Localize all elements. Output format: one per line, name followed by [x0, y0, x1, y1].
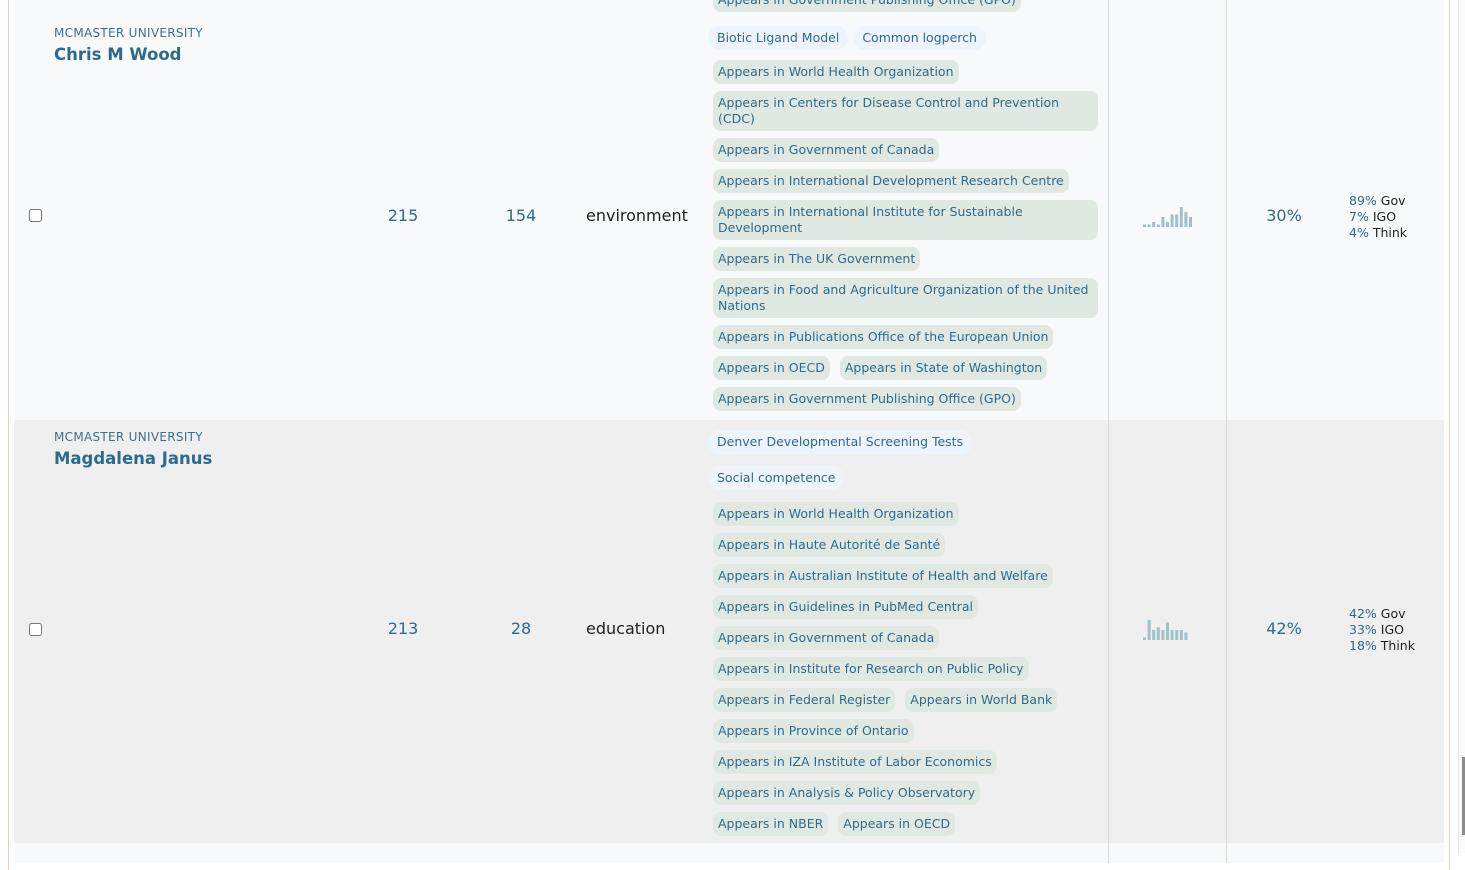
sparkline-bar [1175, 214, 1179, 227]
split-label: Think [1372, 225, 1408, 240]
topic-tag[interactable]: Common logperch [853, 26, 986, 50]
table-row-partial-bottom [14, 843, 1444, 863]
split-pct: 7% [1349, 209, 1369, 224]
tag-list: Biotic Ligand Model Common logperch Appe… [708, 26, 1104, 411]
appearance-tag[interactable]: Appears in Publications Office of the Eu… [713, 325, 1054, 349]
sparkline-bar [1143, 224, 1146, 227]
topic-tag[interactable]: Denver Developmental Screening Tests [708, 430, 973, 454]
sparkline-bar [1147, 620, 1151, 640]
appearance-tag[interactable]: Appears in World Health Organization [713, 60, 959, 84]
split-pct: 4% [1349, 225, 1369, 240]
sparkline-bar [1156, 627, 1160, 640]
appearance-tag[interactable]: Appears in International Institute for S… [713, 200, 1098, 240]
sparkline-bar [1179, 207, 1183, 227]
appearance-tag[interactable]: Appears in World Health Organization [713, 502, 959, 526]
count-secondary[interactable]: 28 [486, 619, 556, 638]
sparkline-bar [1170, 214, 1174, 227]
tag-list: Denver Developmental Screening Tests Soc… [708, 430, 1104, 836]
sparkline-bar [1170, 630, 1174, 640]
count-primary[interactable]: 213 [368, 619, 438, 638]
percent-value: 30% [1266, 206, 1302, 225]
appearance-tag[interactable]: Appears in Australian Institute of Healt… [713, 564, 1053, 588]
sparkline-bar [1166, 622, 1169, 640]
sparkline-bar [1161, 217, 1165, 227]
sparkline-bar [1152, 630, 1156, 640]
split-label: IGO [1380, 622, 1404, 637]
appearance-tag[interactable]: Appears in Government Publishing Office … [713, 387, 1021, 411]
topic-tag[interactable]: Biotic Ligand Model [708, 26, 849, 50]
appearance-tag[interactable]: Appears in OECD [713, 356, 830, 380]
split-pct: 42% [1349, 606, 1377, 621]
appearance-tag[interactable]: Appears in Institute for Research on Pub… [713, 657, 1029, 681]
researcher-name-link[interactable]: Chris M Wood [54, 45, 181, 64]
column-divider [1226, 16, 1227, 420]
sparkline-bar [1166, 222, 1169, 227]
appearance-tag[interactable]: Appears in The UK Government [713, 247, 921, 271]
split-pct: 18% [1349, 638, 1377, 653]
appearance-tag[interactable]: Appears in Analysis & Policy Observatory [713, 781, 981, 805]
appearance-tag[interactable]: Appears in OECD [838, 812, 956, 836]
sparkline-bar [1152, 222, 1156, 227]
appearance-tag[interactable]: Appears in Government Publishing Office … [713, 0, 1021, 12]
split-label: Think [1380, 638, 1415, 653]
sparkline-bar [1143, 637, 1146, 640]
researcher-name-link[interactable]: Magdalena Janus [54, 449, 212, 468]
appearance-tag[interactable]: Appears in Government of Canada [713, 626, 940, 650]
topic-tag[interactable]: Social competence [708, 466, 845, 490]
appearance-tag[interactable]: Appears in Guidelines in PubMed Central [713, 595, 978, 619]
sparkline-bar [1156, 224, 1160, 227]
split-label: Gov [1380, 606, 1406, 621]
field-label: education [586, 619, 666, 638]
appearance-tag[interactable]: Appears in Food and Agriculture Organiza… [713, 278, 1098, 318]
column-divider [1226, 843, 1227, 863]
sparkline-bar [1184, 632, 1188, 640]
table-row: MCMASTER UNIVERSITY Magdalena Janus 213 … [14, 420, 1444, 843]
source-split: 42% Gov 33% IGO 18% Think [1349, 606, 1415, 654]
table-row-partial-top: Appears in Government Publishing Office … [14, 0, 1444, 16]
percent-value: 42% [1266, 619, 1302, 638]
column-divider [1226, 0, 1227, 16]
split-pct: 89% [1349, 193, 1377, 208]
split-label: IGO [1372, 209, 1397, 224]
university-label: MCMASTER UNIVERSITY [54, 26, 203, 40]
column-divider [1108, 16, 1109, 420]
sparkline-bar [1147, 224, 1151, 227]
column-divider [1108, 420, 1109, 843]
appearance-tag[interactable]: Appears in World Bank [905, 688, 1058, 712]
appearance-tag[interactable]: Appears in IZA Institute of Labor Econom… [713, 750, 997, 774]
appearance-tag[interactable]: Appears in State of Washington [839, 356, 1048, 380]
sparkline-bar [1175, 630, 1179, 640]
university-label: MCMASTER UNIVERSITY [54, 430, 203, 444]
sparkline-bar [1184, 212, 1188, 227]
row-select-checkbox[interactable] [29, 623, 42, 636]
scrollbar-track[interactable] [1458, 0, 1465, 853]
table-row: MCMASTER UNIVERSITY Chris M Wood 215 154… [14, 16, 1444, 420]
appearance-tag[interactable]: Appears in Government of Canada [713, 138, 940, 162]
split-label: Gov [1380, 193, 1406, 208]
column-divider [1108, 843, 1109, 863]
appearance-tag[interactable]: Appears in Province of Ontario [713, 719, 914, 743]
appearance-tag[interactable]: Appears in Haute Autorité de Santé [713, 533, 946, 557]
activity-sparkline [1143, 207, 1192, 227]
source-split: 89% Gov 7% IGO 4% Think [1349, 193, 1407, 241]
sparkline-bar [1161, 630, 1165, 640]
count-secondary[interactable]: 154 [486, 206, 556, 225]
appearance-tag[interactable]: Appears in Centers for Disease Control a… [713, 91, 1098, 131]
split-pct: 33% [1349, 622, 1377, 637]
appearance-tag[interactable]: Appears in International Development Res… [713, 169, 1069, 193]
column-divider [1226, 420, 1227, 843]
sparkline-bar [1189, 217, 1192, 227]
activity-sparkline [1143, 620, 1188, 640]
field-label: environment [586, 206, 688, 225]
column-divider [1108, 0, 1109, 16]
appearance-tag[interactable]: Appears in NBER [713, 812, 829, 836]
count-primary[interactable]: 215 [368, 206, 438, 225]
row-select-checkbox[interactable] [29, 209, 42, 222]
appearance-tag[interactable]: Appears in Federal Register [713, 688, 896, 712]
sparkline-bar [1179, 630, 1183, 640]
